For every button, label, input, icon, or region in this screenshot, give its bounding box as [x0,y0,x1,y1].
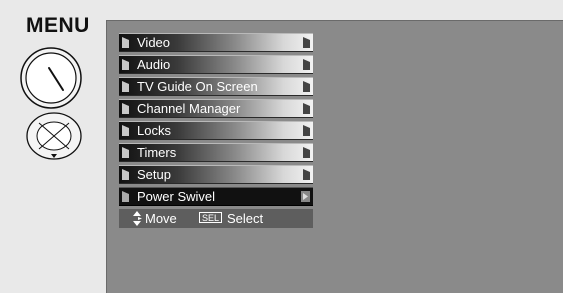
menu-item-label: Setup [137,167,171,182]
tab-left-icon [122,147,129,158]
menu-item-label: Video [137,35,171,50]
main-menu: Video Audio TV Guide On Screen Channel M… [119,33,313,228]
tab-left-icon [122,37,129,48]
menu-item-label: Channel Manager [137,101,241,116]
tab-right-icon [303,103,310,114]
tab-right-icon [303,81,310,92]
tab-right-icon [303,37,310,48]
menu-item-timers[interactable]: Timers [119,143,313,162]
menu-label: MENU [26,14,90,37]
menu-item-video[interactable]: Video [119,33,313,52]
menu-item-power-swivel[interactable]: Power Swivel [119,187,313,206]
tab-left-icon [122,169,129,180]
menu-dial-icon[interactable] [19,46,83,110]
hint-move-label: Move [145,211,177,226]
hint-select-label: Select [227,211,264,226]
menu-item-locks[interactable]: Locks [119,121,313,140]
menu-item-label: Power Swivel [137,189,216,204]
tab-left-icon [122,81,129,92]
menu-item-label: Audio [137,57,171,72]
sel-key-icon: SEL [199,212,223,223]
tab-left-icon [122,191,129,202]
tab-left-icon [122,103,129,114]
hint-bar: Move SEL Select [119,209,313,228]
tv-screen: Video Audio TV Guide On Screen Channel M… [106,20,563,293]
tab-right-icon [303,125,310,136]
menu-item-setup[interactable]: Setup [119,165,313,184]
menu-item-tv-guide-on-screen[interactable]: TV Guide On Screen [119,77,313,96]
tab-right-icon [303,169,310,180]
navigation-pad-icon[interactable] [25,111,83,161]
tab-left-icon [122,59,129,70]
menu-item-label: TV Guide On Screen [137,79,258,94]
up-down-arrows-icon [133,211,142,226]
menu-item-label: Timers [137,145,177,160]
tab-right-icon [303,147,310,158]
menu-item-label: Locks [137,123,171,138]
menu-item-channel-manager[interactable]: Channel Manager [119,99,313,118]
submenu-arrow-icon [301,191,310,202]
tab-left-icon [122,125,129,136]
menu-item-audio[interactable]: Audio [119,55,313,74]
tab-right-icon [303,59,310,70]
